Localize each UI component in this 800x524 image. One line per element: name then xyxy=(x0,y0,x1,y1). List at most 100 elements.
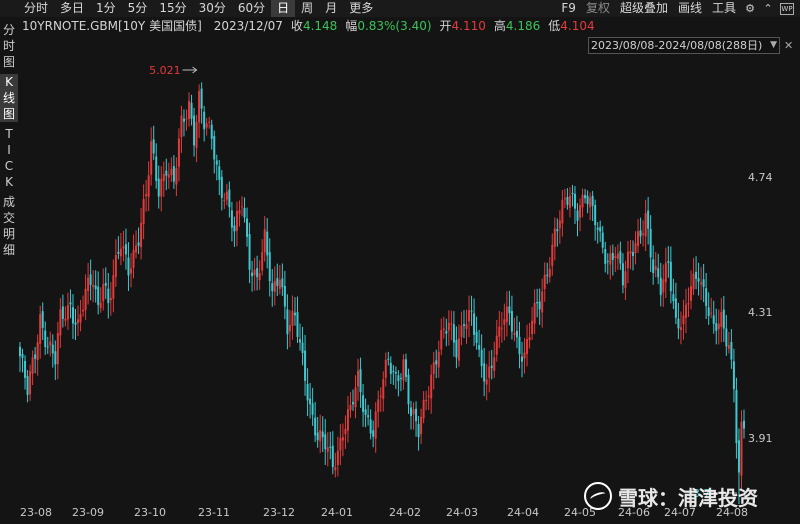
x-axis-tick-label: 23-12 xyxy=(263,506,295,519)
candle-body xyxy=(145,194,148,197)
candle-body xyxy=(21,353,24,358)
candle-body xyxy=(137,242,140,246)
candle-body xyxy=(54,351,57,365)
candle-body xyxy=(503,319,506,325)
candle-body xyxy=(210,124,213,139)
candle-body xyxy=(415,408,418,422)
candle-body xyxy=(551,244,554,266)
candle-body xyxy=(359,369,362,393)
candle-body xyxy=(626,251,629,269)
candle-body xyxy=(579,205,582,218)
candle-body xyxy=(384,359,387,378)
candle-body xyxy=(561,199,564,224)
candle-body xyxy=(263,229,266,253)
candle-body xyxy=(177,138,180,167)
candle-body xyxy=(556,229,559,232)
candle-body xyxy=(203,111,206,130)
candle-body xyxy=(465,324,468,329)
candle-body xyxy=(109,297,112,301)
candle-body xyxy=(468,310,471,322)
candle-body xyxy=(205,123,208,128)
candle-body xyxy=(306,383,309,401)
x-axis-tick-label: 24-04 xyxy=(507,506,539,519)
candle-body xyxy=(712,315,715,324)
candle-body xyxy=(44,330,47,347)
candle-body xyxy=(528,337,531,341)
candle-body xyxy=(258,273,261,281)
candle-body xyxy=(690,286,693,301)
candle-body xyxy=(576,210,579,221)
candle-body xyxy=(341,437,344,441)
candle-body xyxy=(435,360,438,365)
candle-body xyxy=(599,226,602,232)
candle-body xyxy=(24,360,27,378)
candle-body xyxy=(104,282,107,286)
candle-body xyxy=(246,218,249,237)
candle-body xyxy=(172,166,175,182)
candle-body xyxy=(437,351,440,368)
candle-body xyxy=(369,419,372,434)
candle-body xyxy=(460,325,463,338)
candle-body xyxy=(46,346,49,348)
snowball-logo-icon xyxy=(584,482,612,510)
candle-body xyxy=(64,318,67,321)
x-axis-tick-label: 23-09 xyxy=(72,506,104,519)
candle-body xyxy=(672,294,675,302)
candle-body xyxy=(652,259,655,274)
candle-body xyxy=(41,311,44,328)
candle-body xyxy=(624,271,627,288)
candle-body xyxy=(135,245,138,253)
candle-body xyxy=(69,302,72,305)
candle-body xyxy=(309,398,312,405)
candle-body xyxy=(629,251,632,254)
candle-body xyxy=(649,228,652,258)
candle-body xyxy=(513,332,516,335)
candle-body xyxy=(243,207,246,218)
candle-body xyxy=(399,377,402,379)
candle-body xyxy=(276,278,279,286)
candle-body xyxy=(117,251,120,254)
candle-body xyxy=(34,354,37,359)
candle-body xyxy=(79,314,82,323)
candle-body xyxy=(283,285,286,307)
candle-body xyxy=(473,313,476,335)
watermark-text: 雪球：浦津投资 xyxy=(618,485,758,510)
candle-body xyxy=(329,446,332,448)
candle-body xyxy=(526,339,529,354)
y-axis-tick-label: 4.74 xyxy=(748,171,773,184)
candle-body xyxy=(669,261,672,292)
candle-body xyxy=(644,213,647,237)
candle-body xyxy=(29,371,32,395)
candle-body xyxy=(573,193,576,209)
candle-body xyxy=(462,324,465,326)
kline-chart[interactable]: 4.74 4.31 3.91 23-08 23-09 23-10 23-11 23-12 24-… xyxy=(0,0,800,524)
candle-body xyxy=(193,115,196,146)
candle-body xyxy=(485,379,488,385)
candle-body xyxy=(351,402,354,405)
candle-body xyxy=(225,191,228,200)
candle-body xyxy=(39,314,42,344)
candle-body xyxy=(442,328,445,330)
candle-body xyxy=(684,304,687,318)
candle-body xyxy=(515,330,518,338)
candle-body xyxy=(611,253,614,260)
candle-body xyxy=(268,252,271,282)
candle-body xyxy=(457,338,460,361)
candle-body xyxy=(394,372,397,374)
candle-body xyxy=(450,323,453,325)
candle-body xyxy=(157,178,160,197)
candle-body xyxy=(200,88,203,109)
candle-body xyxy=(228,189,231,208)
candle-body xyxy=(51,344,54,354)
max-value-label: 5.021 xyxy=(149,64,181,77)
candle-body xyxy=(505,306,508,322)
y-axis-tick-label: 4.31 xyxy=(748,306,773,319)
candle-body xyxy=(296,312,299,337)
candle-body xyxy=(36,342,39,360)
candle-body xyxy=(66,305,69,320)
candle-body xyxy=(132,249,135,268)
candle-body xyxy=(102,283,105,302)
candle-body xyxy=(377,399,380,412)
candle-body xyxy=(541,291,544,313)
candle-body xyxy=(584,194,587,199)
